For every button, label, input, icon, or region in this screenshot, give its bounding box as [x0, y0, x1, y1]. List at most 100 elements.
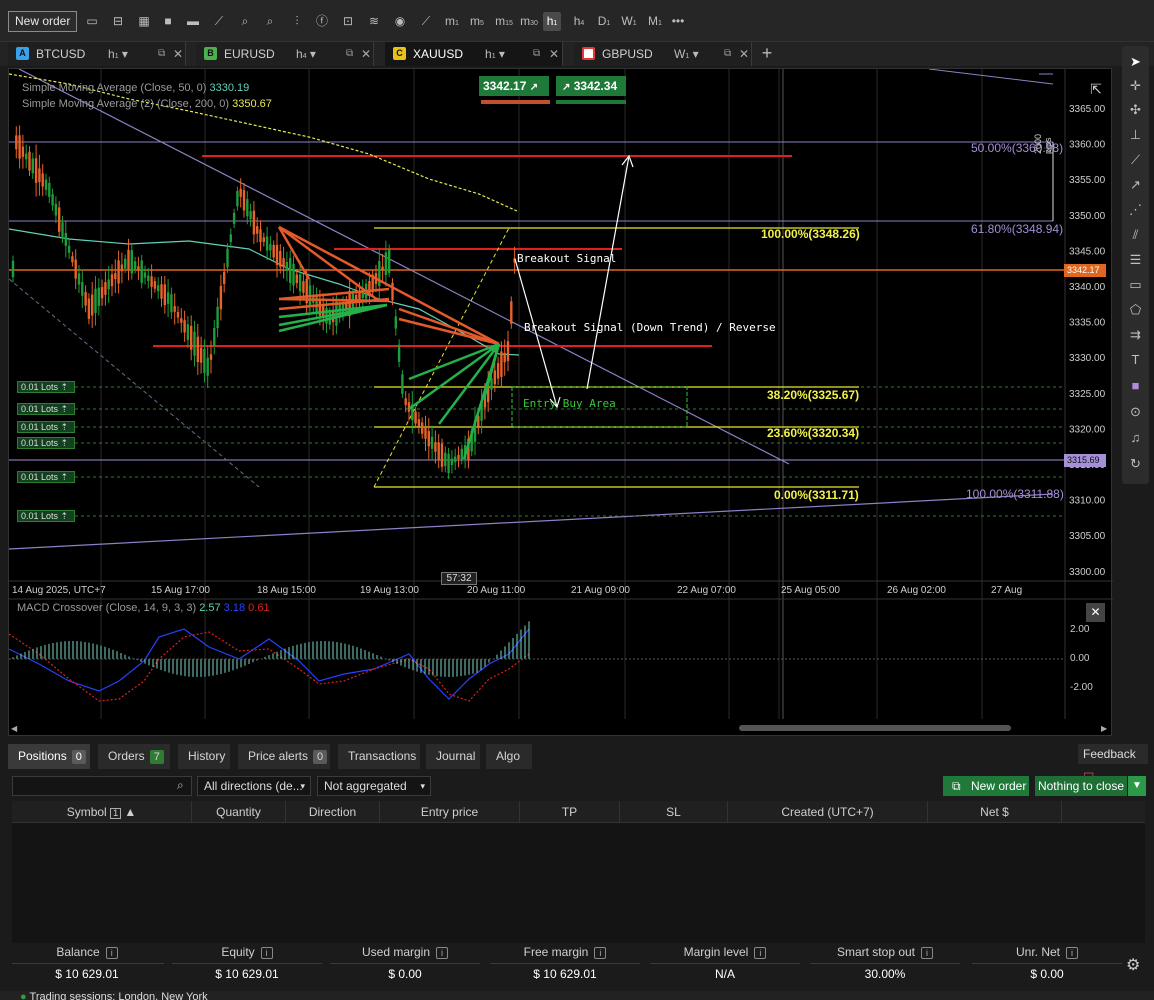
col-net[interactable]: Net $	[928, 801, 1062, 823]
grid-layout-icon[interactable]: ▦	[135, 12, 153, 31]
tab-eurusd[interactable]: B EURUSD h4 ▾ ⧉ ✕	[196, 42, 374, 66]
templates-icon[interactable]: ⊡	[339, 12, 357, 31]
col-direction[interactable]: Direction	[286, 801, 380, 823]
chart-settings-icon[interactable]: ▭	[82, 12, 102, 31]
lot-tag[interactable]: 0.01 Lots ⇡	[17, 403, 75, 415]
cursor-icon[interactable]: ➤	[1122, 50, 1149, 74]
tf-w1[interactable]: W1	[619, 12, 639, 31]
gear-icon[interactable]: ⚙	[1126, 955, 1140, 975]
close-macd-icon[interactable]: ✕	[1086, 603, 1105, 622]
fan-icon[interactable]: ⋰	[1122, 198, 1149, 222]
layers-icon[interactable]: ≋	[364, 12, 384, 31]
split-layout-icon[interactable]: ▬	[184, 12, 202, 31]
expand-icon[interactable]: ⇱	[1087, 81, 1105, 99]
crosshair-icon[interactable]: ✛	[1122, 74, 1149, 98]
horizontal-scrollbar[interactable]	[739, 725, 1011, 731]
col-sl[interactable]: SL	[620, 801, 728, 823]
tab-history[interactable]: History	[178, 744, 230, 769]
nothing-to-close-button[interactable]: Nothing to close	[1035, 776, 1127, 796]
sma-50-legend[interactable]: Simple Moving Average (Close, 50, 0) 333…	[22, 82, 249, 94]
col-tp[interactable]: TP	[520, 801, 620, 823]
scroll-left-icon[interactable]: ◀	[11, 724, 17, 733]
more-icon[interactable]: •••	[668, 12, 688, 31]
horizontal-line-icon[interactable]: ⊥	[1122, 123, 1149, 147]
camera-icon[interactable]: ⊙	[1122, 400, 1149, 424]
col-entry-price[interactable]: Entry price	[380, 801, 520, 823]
tf-h1[interactable]: h1	[543, 12, 561, 31]
lot-tag[interactable]: 0.01 Lots ⇡	[17, 421, 75, 433]
feedback-button[interactable]: Feedback ▭	[1078, 744, 1148, 781]
tab-journal[interactable]: Journal	[426, 744, 480, 769]
tab-positions[interactable]: Positions 0	[8, 744, 90, 769]
sell-button[interactable]: 3342.17 ↗	[479, 76, 549, 96]
social-share-icon[interactable]: ⓕ	[313, 12, 331, 31]
direction-filter-select[interactable]: All directions (de... ▾	[197, 776, 311, 796]
fibonacci-icon[interactable]: ☰	[1122, 248, 1149, 272]
lot-tag[interactable]: 0.01 Lots ⇡	[17, 437, 75, 449]
zoom-in-icon[interactable]: ⌕	[236, 12, 254, 31]
tf-m1[interactable]: m1	[443, 12, 461, 31]
tab-xauusd[interactable]: C XAUUSD h1 ▾ ⧉ ✕	[385, 42, 563, 66]
col-created[interactable]: Created (UTC+7)	[728, 801, 928, 823]
shapes-icon[interactable]: ⬠	[1122, 298, 1149, 322]
col-symbol[interactable]: Symbol 1 ▲	[12, 801, 192, 823]
close-icon[interactable]: ✕	[739, 42, 749, 66]
sma-200-legend[interactable]: Simple Moving Average (2) (Close, 200, 0…	[22, 98, 272, 110]
tab-algo[interactable]: Algo	[486, 744, 532, 769]
candle-body	[397, 344, 401, 362]
tab-btcusd[interactable]: A BTCUSD h1 ▾ ⧉ ✕	[8, 42, 186, 66]
add-tab-button[interactable]: +	[758, 42, 776, 66]
replay-icon[interactable]: ↻	[1122, 452, 1149, 476]
scroll-right-icon[interactable]: ▶	[1101, 724, 1107, 733]
candle-body	[180, 318, 183, 323]
lot-tag[interactable]: 0.01 Lots ⇡	[17, 510, 75, 522]
buy-button[interactable]: ↗ 3342.34	[556, 76, 626, 96]
pitchfork-icon[interactable]: ⫽	[1122, 223, 1149, 247]
tab-gbpusd[interactable]: GBPUSD W1 ▾ ⧉ ✕	[574, 42, 752, 66]
col-quantity[interactable]: Quantity	[192, 801, 286, 823]
detach-icon[interactable]: ⧉	[724, 42, 731, 66]
tf-h4[interactable]: h4	[570, 12, 588, 31]
close-icon[interactable]: ✕	[361, 42, 371, 66]
drawing-tools-icon[interactable]: ⟋	[209, 12, 229, 31]
aggregation-select[interactable]: Not aggregated ▾	[317, 776, 431, 796]
macd-legend[interactable]: MACD Crossover (Close, 14, 9, 3, 3) 2.57…	[17, 602, 270, 614]
move-icon[interactable]: ✣	[1122, 98, 1149, 122]
close-icon[interactable]: ✕	[549, 42, 559, 66]
layout-icon[interactable]: ⊟	[108, 12, 128, 31]
alert-icon[interactable]: ♫	[1122, 426, 1149, 450]
tf-m5[interactable]: m5	[468, 12, 486, 31]
tab-transactions[interactable]: Transactions	[338, 744, 420, 769]
detach-icon[interactable]: ⧉	[346, 42, 353, 66]
candle-body	[246, 199, 249, 217]
measure-icon[interactable]: ⇉	[1122, 323, 1149, 347]
tf-m30[interactable]: m30	[519, 12, 539, 31]
symbol-search-input[interactable]: ⌕	[12, 776, 192, 796]
ray-icon[interactable]: ↗	[1122, 173, 1149, 197]
free-margin-label: Free margin i	[490, 945, 640, 959]
tab-orders[interactable]: Orders 7	[98, 744, 170, 769]
chart-panel[interactable]: 3365.00 3360.00 3355.00 3350.00 3345.00 3340.…	[8, 68, 1113, 736]
tf-d1[interactable]: D1	[595, 12, 613, 31]
color-icon[interactable]: ■	[1122, 374, 1149, 398]
trendline-icon[interactable]: ⟋	[1122, 148, 1149, 172]
single-layout-icon[interactable]: ■	[159, 12, 177, 31]
candle-body	[110, 274, 114, 287]
lot-tag[interactable]: 0.01 Lots ⇡	[17, 471, 75, 483]
tf-m15[interactable]: m15	[494, 12, 514, 31]
eye-icon[interactable]: ◉	[391, 12, 409, 31]
tab-price-alerts[interactable]: Price alerts 0	[238, 744, 330, 769]
chart-type-icon[interactable]: ⫶	[287, 12, 307, 31]
chevron-down-icon[interactable]: ▼	[1128, 776, 1146, 796]
new-order-button[interactable]: ⧉ New order	[943, 776, 1029, 796]
close-icon[interactable]: ✕	[173, 42, 183, 66]
detach-icon[interactable]: ⧉	[533, 42, 540, 66]
zoom-out-icon[interactable]: ⌕	[261, 12, 279, 31]
new-order-button[interactable]: New order	[8, 11, 78, 32]
text-icon[interactable]: T	[1122, 348, 1149, 372]
rectangle-icon[interactable]: ▭	[1122, 273, 1149, 297]
tf-mn1[interactable]: M1	[645, 12, 665, 31]
indicators-icon[interactable]: ⟋	[416, 12, 436, 31]
lot-tag[interactable]: 0.01 Lots ⇡	[17, 381, 75, 393]
detach-icon[interactable]: ⧉	[158, 42, 165, 66]
